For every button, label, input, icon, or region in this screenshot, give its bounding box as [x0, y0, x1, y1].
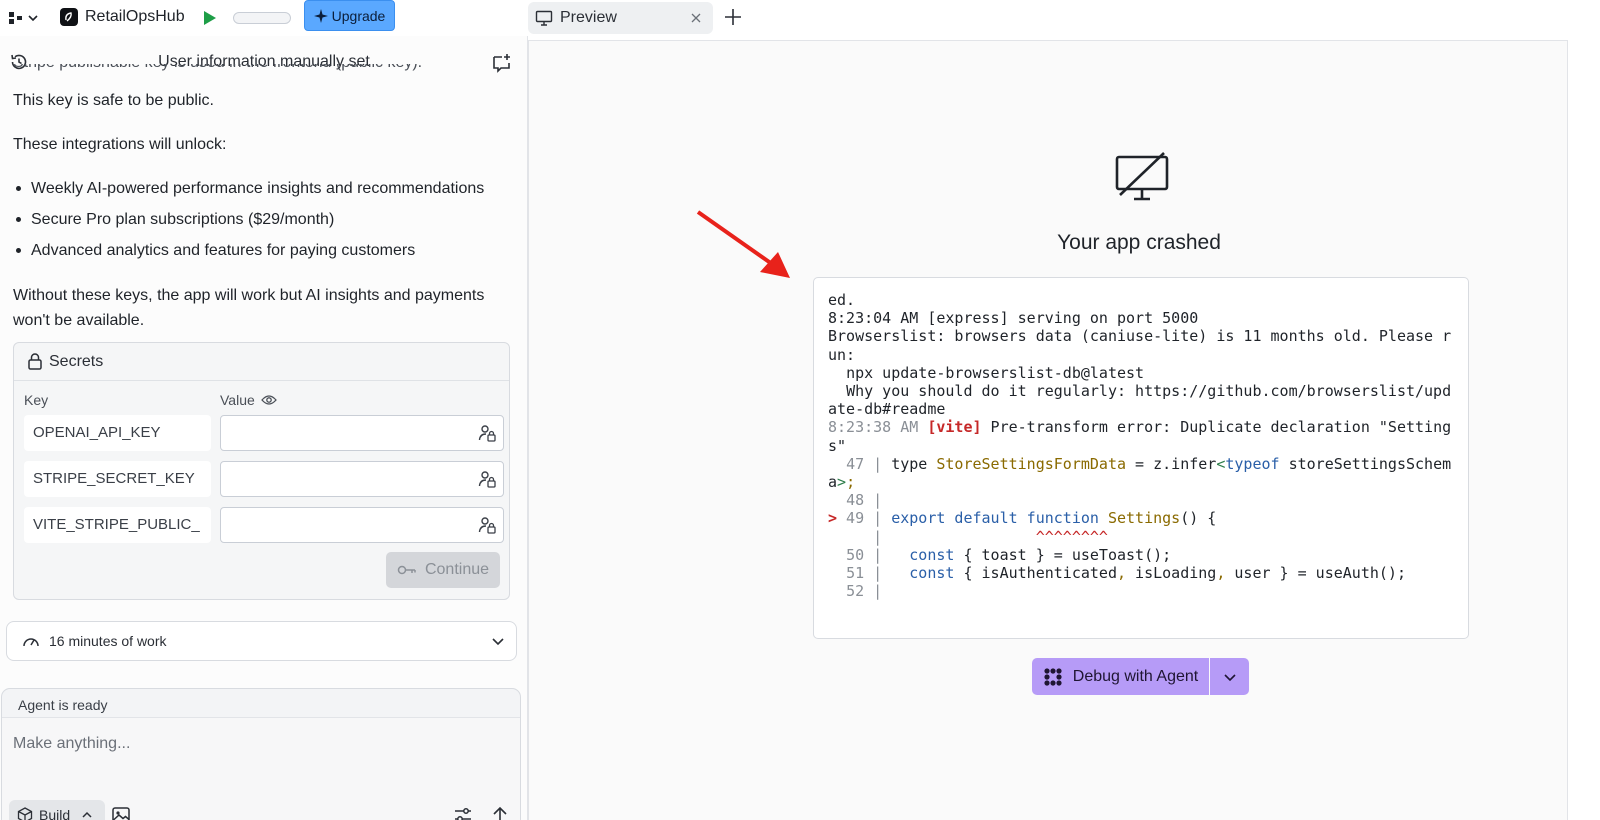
secret-value-input-openai[interactable] [220, 415, 504, 451]
agent-composer: Agent is ready Build [1, 688, 521, 820]
plus-icon[interactable] [722, 6, 744, 28]
chevron-down-icon [1223, 673, 1236, 681]
gauge-icon [23, 638, 39, 647]
run-progress-bar [233, 12, 291, 24]
upgrade-label: Upgrade [331, 7, 386, 24]
user-lock-icon[interactable] [478, 424, 496, 442]
chat-panel: User information manually set Stripe pub… [0, 36, 528, 820]
key-icon [397, 565, 416, 575]
project-name[interactable]: RetailOpsHub [85, 8, 185, 26]
lock-icon [28, 353, 42, 370]
continue-button[interactable]: Continue [386, 552, 500, 588]
monitor-icon [535, 10, 553, 26]
secret-row-openai: OPENAI_API_KEY [24, 415, 504, 451]
secrets-title: Secrets [49, 353, 104, 370]
value-column-header: Value [220, 392, 277, 408]
secret-row-stripe-secret: STRIPE_SECRET_KEY [24, 461, 504, 497]
run-button[interactable] [200, 8, 220, 28]
arrow-up-icon[interactable] [490, 805, 510, 820]
workspace-icon [9, 12, 22, 24]
secret-key-label: STRIPE_SECRET_KEY [24, 461, 211, 497]
sparkle-icon [313, 8, 328, 23]
play-icon [204, 11, 216, 25]
agent-input-area: Build [2, 717, 520, 820]
work-duration: 16 minutes of work [49, 633, 167, 649]
list-item: Weekly AI-powered performance insights a… [13, 176, 513, 207]
message-safe-note: This key is safe to be public. [13, 92, 214, 109]
build-mode-label: Build [39, 807, 71, 820]
top-bar: RetailOpsHub Upgrade [0, 0, 528, 36]
cube-icon [17, 807, 33, 820]
message-partial-line: Stripe publishable key is used in the fr… [13, 64, 513, 74]
build-mode-button[interactable]: Build [9, 800, 105, 820]
chevron-up-icon [82, 811, 92, 818]
secret-value-input-stripe-secret[interactable] [220, 461, 504, 497]
secrets-header: Secrets [14, 343, 509, 381]
agent-prompt-input[interactable] [13, 732, 503, 756]
secret-key-label: OPENAI_API_KEY [24, 415, 211, 451]
preview-pane: Your app crashed ed. 8:23:04 AM [express… [528, 40, 1568, 820]
close-icon[interactable] [688, 10, 704, 26]
secret-key-label: VITE_STRIPE_PUBLIC_ [24, 507, 211, 543]
key-column-header: Key [24, 392, 49, 408]
crash-log-text: ed. 8:23:04 AM [express] serving on port… [828, 291, 1452, 601]
list-item: Secure Pro plan subscriptions ($29/month… [13, 207, 513, 238]
message-outro: Without these keys, the app will work bu… [13, 287, 485, 329]
list-item: Advanced analytics and features for payi… [13, 238, 513, 269]
message-bullet-list: Weekly AI-powered performance insights a… [13, 176, 513, 269]
red-arrow-icon [696, 210, 790, 278]
agent-status: Agent is ready [18, 697, 108, 713]
secrets-card: Secrets Key Value OPENAI_API_KEY STRIPE_… [13, 342, 510, 600]
work-summary[interactable]: 16 minutes of work [6, 621, 517, 661]
user-lock-icon[interactable] [478, 516, 496, 534]
secret-value-input-stripe-public[interactable] [220, 507, 504, 543]
chevron-down-icon [28, 15, 38, 22]
agent-icon [1044, 667, 1062, 686]
sliders-icon[interactable] [453, 805, 473, 820]
tab-label: Preview [560, 9, 617, 26]
debug-with-agent-button[interactable]: Debug with Agent [1032, 658, 1209, 695]
user-lock-icon[interactable] [478, 470, 496, 488]
chevron-down-icon [492, 638, 504, 646]
tab-preview[interactable]: Preview [528, 2, 713, 34]
eye-icon[interactable] [260, 394, 277, 406]
window-edge [1568, 40, 1600, 820]
monitor-off-icon [1115, 152, 1169, 201]
project-logo [60, 8, 78, 26]
message-intro: These integrations will unlock: [13, 136, 227, 153]
upgrade-button[interactable]: Upgrade [304, 0, 395, 31]
crash-log: ed. 8:23:04 AM [express] serving on port… [813, 277, 1469, 639]
continue-label: Continue [424, 561, 490, 578]
debug-options-button[interactable] [1210, 658, 1249, 695]
value-column-label: Value [220, 392, 255, 408]
secret-row-stripe-public: VITE_STRIPE_PUBLIC_ [24, 507, 504, 543]
debug-button-group: Debug with Agent [1032, 658, 1249, 695]
crash-title: Your app crashed [1057, 231, 1221, 254]
message-cut-line: Stripe publishable key is used in the fr… [13, 64, 513, 74]
debug-label: Debug with Agent [1072, 667, 1199, 685]
workspace-switcher[interactable] [8, 8, 46, 28]
image-icon[interactable] [111, 805, 131, 820]
